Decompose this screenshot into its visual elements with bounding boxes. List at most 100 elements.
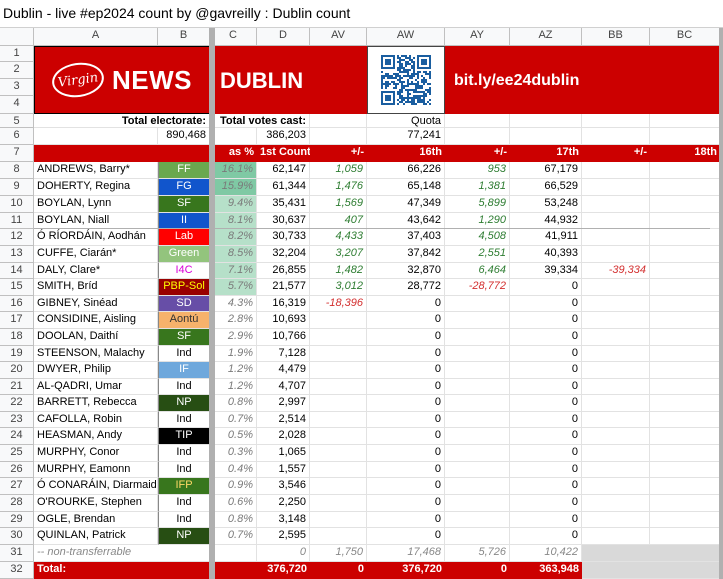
count-17: 41,911 [510,229,582,246]
row-number[interactable]: 5 [0,114,34,128]
change-18 [582,379,650,395]
count-16: 0 [367,412,445,428]
change-16 [310,528,367,545]
change-18 [582,362,650,379]
candidate-name: CAFOLLA, Robin [34,412,158,428]
vote-share: 0.8% [210,395,257,412]
vote-share: 15.9% [210,179,257,196]
row-number[interactable]: 17 [0,312,34,329]
row-number[interactable]: 13 [0,246,34,263]
row-number[interactable]: 14 [0,263,34,279]
row-number[interactable]: 23 [0,412,34,428]
change-18 [582,162,650,179]
change-18 [582,395,650,412]
column-header-aw[interactable]: AW [367,28,445,46]
change-17 [445,528,510,545]
party-badge: Ind [158,412,210,428]
change-16 [310,445,367,462]
party-badge: TIP [158,428,210,445]
first-count: 26,855 [257,263,310,279]
row-number[interactable]: 18 [0,329,34,346]
row-number[interactable]: 31 [0,545,34,562]
row-number[interactable]: 26 [0,462,34,478]
vote-share: 7.1% [210,263,257,279]
cell [582,128,650,145]
vote-share: 8.1% [210,213,257,229]
header-c16: 16th [367,145,445,162]
row-number[interactable]: 21 [0,379,34,395]
count-17: 0 [510,362,582,379]
row-number[interactable]: 1 [0,46,34,62]
row-number[interactable]: 30 [0,528,34,545]
column-header-ay[interactable]: AY [445,28,510,46]
row-number[interactable]: 15 [0,279,34,296]
party-badge: Aontú [158,312,210,329]
change-17: 4,508 [445,229,510,246]
change-18 [582,196,650,213]
count-16: 0 [367,329,445,346]
candidate-name: AL-QADRI, Umar [34,379,158,395]
row-number[interactable]: 9 [0,179,34,196]
count-17: 0 [510,445,582,462]
count-16: 0 [367,445,445,462]
column-header-az[interactable]: AZ [510,28,582,46]
nt-grey [582,545,720,562]
header-c17: 17th [510,145,582,162]
quota-label: Quota [367,114,445,128]
party-badge: NP [158,395,210,412]
candidate-name: Ó RÍORDÁIN, Aodhán [34,229,158,246]
change-16 [310,478,367,495]
vote-share: 0.6% [210,495,257,512]
header-pm3: +/- [582,145,650,162]
row-number[interactable]: 25 [0,445,34,462]
change-18 [582,428,650,445]
row-number[interactable]: 11 [0,213,34,229]
row-number[interactable]: 29 [0,512,34,528]
row-number[interactable]: 8 [0,162,34,179]
count-17: 67,179 [510,162,582,179]
change-17: 5,899 [445,196,510,213]
change-16: -18,396 [310,296,367,312]
column-header-bb[interactable]: BB [582,28,650,46]
cell [650,114,720,128]
row-number[interactable]: 4 [0,96,34,114]
change-16 [310,346,367,362]
row-number[interactable]: 12 [0,229,34,246]
column-header-a[interactable]: A [34,28,158,46]
candidate-name: DOOLAN, Daithí [34,329,158,346]
row-number[interactable]: 10 [0,196,34,213]
count-17: 0 [510,462,582,478]
row-number[interactable]: 6 [0,128,34,145]
count-17: 44,932 [510,213,582,229]
column-header-av[interactable]: AV [310,28,367,46]
change-17 [445,512,510,528]
row-number[interactable]: 28 [0,495,34,512]
first-count: 1,557 [257,462,310,478]
candidate-name: CUFFE, Ciarán* [34,246,158,263]
change-16 [310,395,367,412]
row-number[interactable]: 32 [0,562,34,579]
first-count: 2,028 [257,428,310,445]
row-number[interactable]: 19 [0,346,34,362]
select-all-corner[interactable] [0,28,34,46]
row-number[interactable]: 2 [0,62,34,79]
count-18 [650,229,720,246]
party-badge: Ind [158,445,210,462]
count-18 [650,428,720,445]
row-number[interactable]: 7 [0,145,34,162]
change-18 [582,329,650,346]
column-header-bc[interactable]: BC [650,28,720,46]
row-number[interactable]: 20 [0,362,34,379]
column-header-c[interactable]: C [210,28,257,46]
change-18 [582,462,650,478]
row-number[interactable]: 27 [0,478,34,495]
count-18 [650,462,720,478]
row-number[interactable]: 24 [0,428,34,445]
change-17 [445,412,510,428]
row-number[interactable]: 16 [0,296,34,312]
nt-change-17: 5,726 [445,545,510,562]
column-header-b[interactable]: B [158,28,210,46]
row-number[interactable]: 3 [0,79,34,96]
column-header-d[interactable]: D [257,28,310,46]
row-number[interactable]: 22 [0,395,34,412]
